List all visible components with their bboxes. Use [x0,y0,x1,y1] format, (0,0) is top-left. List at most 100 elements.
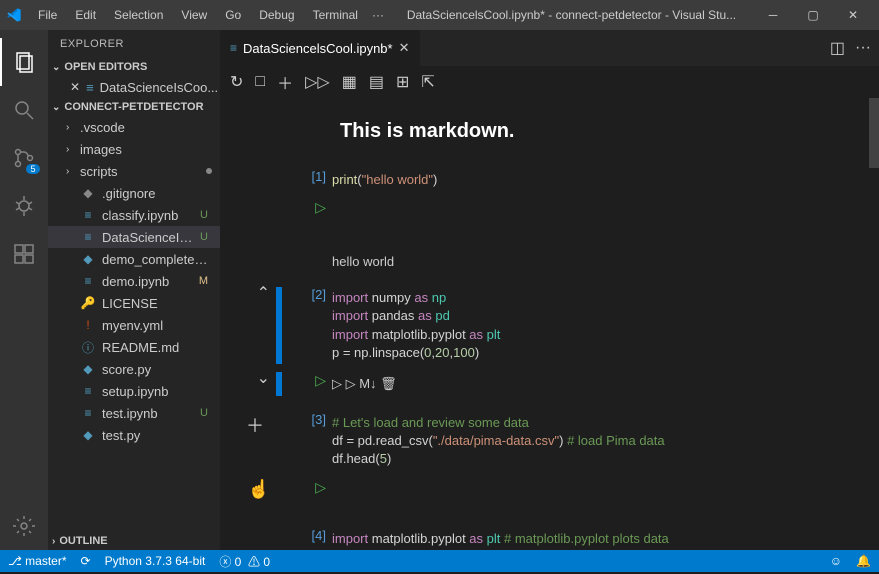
file-name: DataScienceIsCo... [102,230,194,245]
activity-search[interactable] [0,86,48,134]
code-content[interactable]: import numpy as np import pandas as pd i… [332,287,859,364]
open-editor-name: DataScienceIsCoo... [100,80,219,95]
toolbar-icon-1[interactable]: ▦ [342,72,357,92]
code-cell-4[interactable]: [4] import matplotlib.pyplot as plt # ma… [220,524,879,551]
toolbar-icon-2[interactable]: ▤ [369,72,384,92]
code-cell-2[interactable]: ⌃ [2] import numpy as np import pandas a… [220,283,879,368]
toolbar-icon-4[interactable]: ⇱ [421,72,434,92]
run-cell-icon[interactable]: ▷ [315,199,326,215]
chevron-right-icon: › [52,536,55,547]
outline-label: OUTLINE [59,535,107,547]
file-item[interactable]: ◆.gitignore [48,182,220,204]
restart-icon[interactable]: ↻ [230,72,243,92]
open-editors-section[interactable]: ⌄OPEN EDITORS [48,58,220,76]
run-cell-icon[interactable]: ▷ [315,479,326,495]
file-name: .vscode [80,120,212,135]
sidebar: EXPLORER ⌄OPEN EDITORS ✕≡DataScienceIsCo… [48,30,220,550]
chevron-right-icon: › [66,166,74,177]
code-cell-1[interactable]: [1] print("hello world") [220,165,879,195]
file-item[interactable]: ≡test.ipynbU [48,402,220,424]
vscode-logo-icon [6,7,22,23]
menu-view[interactable]: View [173,4,215,26]
activity-settings[interactable] [0,502,48,550]
menubar: File Edit Selection View Go Debug Termin… [30,4,366,26]
maximize-button[interactable]: ▢ [793,0,833,30]
file-tree: ›.vscode›images›scripts◆.gitignore≡class… [48,116,220,532]
add-cell-button[interactable]: ＋ [246,412,270,471]
code-content[interactable]: # Let's load and review some data df = p… [332,412,859,471]
folder-item[interactable]: › .vscode [48,116,220,138]
status-feedback-icon[interactable]: ☺ [830,554,842,568]
menu-terminal[interactable]: Terminal [305,4,366,26]
minimize-button[interactable]: ─ [753,0,793,30]
file-item[interactable]: !myenv.yml [48,314,220,336]
status-problems[interactable]: ⓧ 0 ⚠ 0 [219,553,270,570]
collapse-down-icon[interactable]: ⌄ [257,372,270,396]
markdown-cell[interactable]: This is markdown. [220,98,879,165]
folder-item[interactable]: ›images [48,138,220,160]
file-item[interactable]: ≡DataScienceIsCo...U [48,226,220,248]
cell-run-row: ▷ [220,195,879,220]
status-branch[interactable]: ⎇ master* [8,554,67,568]
close-button[interactable]: ✕ [833,0,873,30]
close-icon[interactable]: ✕ [70,80,80,94]
project-section[interactable]: ⌄CONNECT-PETDETECTOR [48,98,220,116]
open-editor-item[interactable]: ✕≡DataScienceIsCoo... [48,76,220,98]
activity-extensions[interactable] [0,230,48,278]
collapse-up-icon[interactable]: ⌃ [257,287,270,364]
file-name: score.py [102,362,212,377]
notebook-body[interactable]: This is markdown. [1] print("hello world… [220,98,879,550]
menu-debug[interactable]: Debug [251,4,302,26]
file-item[interactable]: ≡classify.ipynbU [48,204,220,226]
activity-scm[interactable]: 5 [0,134,48,182]
status-notifications-icon[interactable]: 🔔 [856,554,871,568]
file-icon: ⓘ [80,339,96,356]
git-status: U [200,407,212,419]
menu-overflow[interactable]: ··· [366,4,390,26]
tab-label: DataSciencelsCool.ipynb* [243,41,393,56]
add-cell-icon[interactable]: ＋ [277,70,293,94]
add-cell-row [220,400,879,408]
git-status: M [199,275,212,287]
outline-section[interactable]: › OUTLINE [48,532,220,550]
file-item[interactable]: ◆score.py [48,358,220,380]
file-item[interactable]: ⓘREADME.md [48,336,220,358]
file-name: test.py [102,428,212,443]
menu-selection[interactable]: Selection [106,4,171,26]
scm-badge: 5 [26,164,40,174]
run-all-icon[interactable]: ▷▷ [305,72,330,92]
notebook-toolbar: ↻ □ ＋ ▷▷ ▦ ▤ ⊞ ⇱ [220,66,879,98]
file-item[interactable]: ≡ demo.ipynb M [48,270,220,292]
menu-go[interactable]: Go [217,4,249,26]
scrollbar-thumb[interactable] [869,98,879,168]
chevron-right-icon: › [66,122,74,133]
menu-edit[interactable]: Edit [67,4,104,26]
status-sync-icon[interactable]: ⟳ [81,554,91,568]
stop-icon[interactable]: □ [255,73,265,91]
file-icon: ≡ [80,230,96,244]
toolbar-icon-3[interactable]: ⊞ [396,72,409,92]
more-actions-icon[interactable]: ··· [855,39,871,57]
activity-explorer[interactable] [0,38,48,86]
run-cell-icon[interactable]: ▷ [315,372,326,388]
output-text: hello world [332,224,859,279]
tab-close-icon[interactable]: ✕ [399,40,410,56]
status-python[interactable]: Python 3.7.3 64-bit [105,554,206,568]
file-item[interactable]: ◆test.py [48,424,220,446]
file-item[interactable]: 🔑LICENSE [48,292,220,314]
file-item[interactable]: ◆demo_completed.py [48,248,220,270]
folder-item[interactable]: ›scripts [48,160,220,182]
file-name: demo.ipynb [102,274,193,289]
split-editor-icon[interactable]: ◫ [830,38,845,58]
menu-file[interactable]: File [30,4,65,26]
scrollbar[interactable] [869,98,879,550]
code-content[interactable]: import matplotlib.pyplot as plt # matplo… [332,528,859,550]
file-icon: ≡ [80,274,96,288]
activity-debug[interactable] [0,182,48,230]
file-item[interactable]: ≡setup.ipynb [48,380,220,402]
code-content[interactable]: print("hello world") [332,169,859,191]
add-cell-row: ＋ [3] # Let's load and review some data … [220,408,879,475]
chevron-down-icon: ⌄ [52,102,60,113]
file-name: images [80,142,212,157]
editor-tab[interactable]: ≡ DataSciencelsCool.ipynb* ✕ [220,30,421,66]
